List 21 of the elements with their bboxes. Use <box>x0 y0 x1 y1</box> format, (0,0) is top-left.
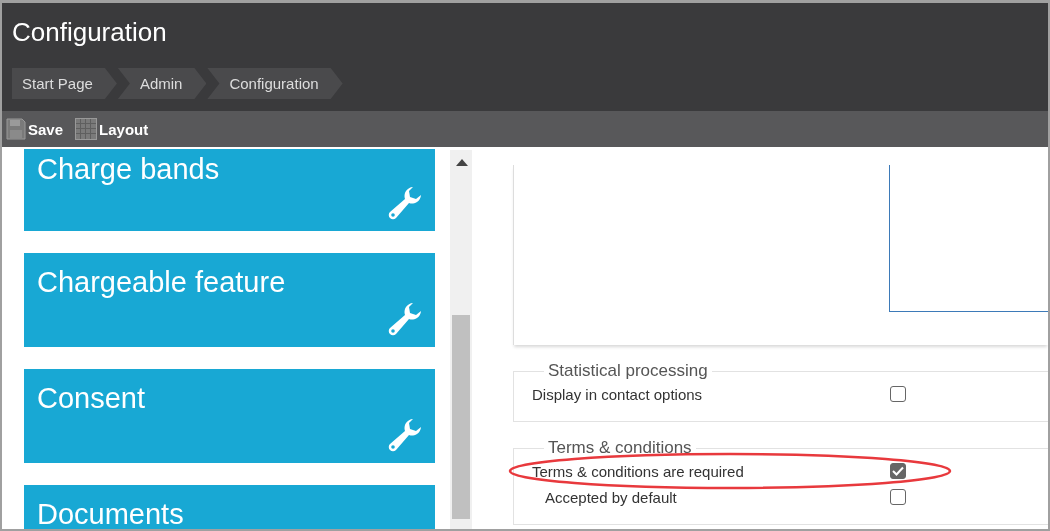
breadcrumb-link[interactable]: Configuration <box>207 68 343 99</box>
group-legend: Terms & conditions <box>544 438 696 458</box>
grid-icon <box>75 118 98 140</box>
breadcrumb-link[interactable]: Start Page <box>12 68 117 99</box>
option-label: Terms & conditions are required <box>532 462 745 480</box>
wrench-icon <box>387 185 423 221</box>
checkbox[interactable] <box>890 386 906 402</box>
scrollbar[interactable] <box>450 150 472 529</box>
toolbar-button[interactable]: Layout <box>75 118 153 140</box>
wrench-icon <box>387 301 423 337</box>
breadcrumb-link[interactable]: Admin <box>117 68 207 99</box>
scroll-thumb[interactable] <box>452 315 470 519</box>
scroll-up-icon[interactable] <box>456 159 468 166</box>
checkbox[interactable] <box>890 489 906 505</box>
page-title: Configuration <box>12 17 168 47</box>
wrench-icon <box>387 417 423 453</box>
checkbox[interactable] <box>890 463 906 479</box>
option-label: Accepted by default <box>545 488 678 506</box>
group-legend: Statistical processing <box>544 361 712 381</box>
toolbar-button[interactable]: Save <box>6 118 68 140</box>
option-label: Display in contact options <box>532 385 704 403</box>
